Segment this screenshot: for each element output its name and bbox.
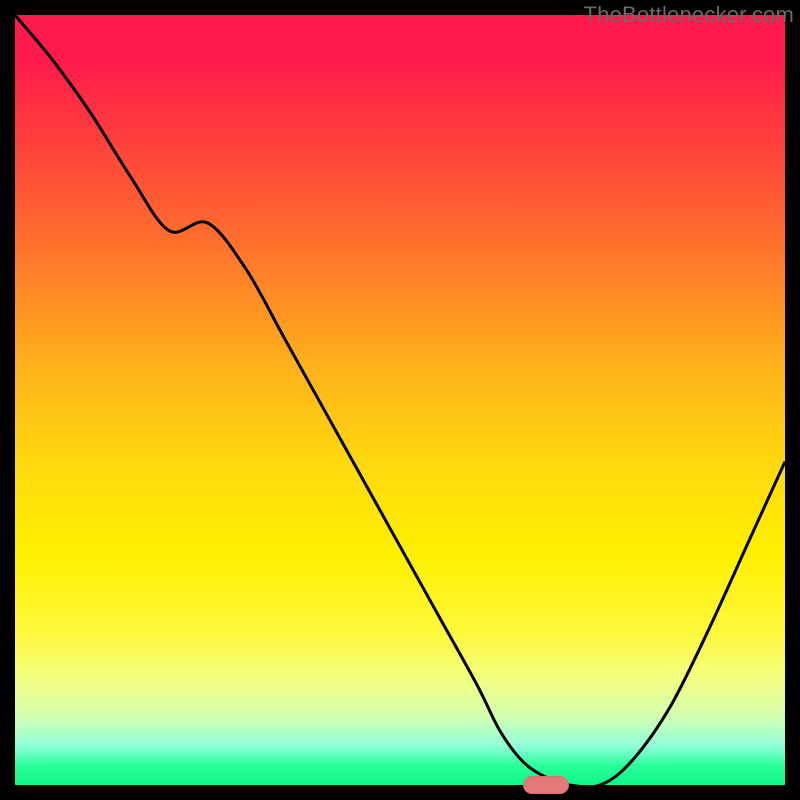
optimum-marker (523, 776, 569, 794)
watermark-text: TheBottlenecker.com (584, 2, 794, 28)
bottleneck-curve (15, 15, 785, 785)
plot-area (15, 15, 785, 785)
chart-frame: TheBottlenecker.com (0, 0, 800, 800)
